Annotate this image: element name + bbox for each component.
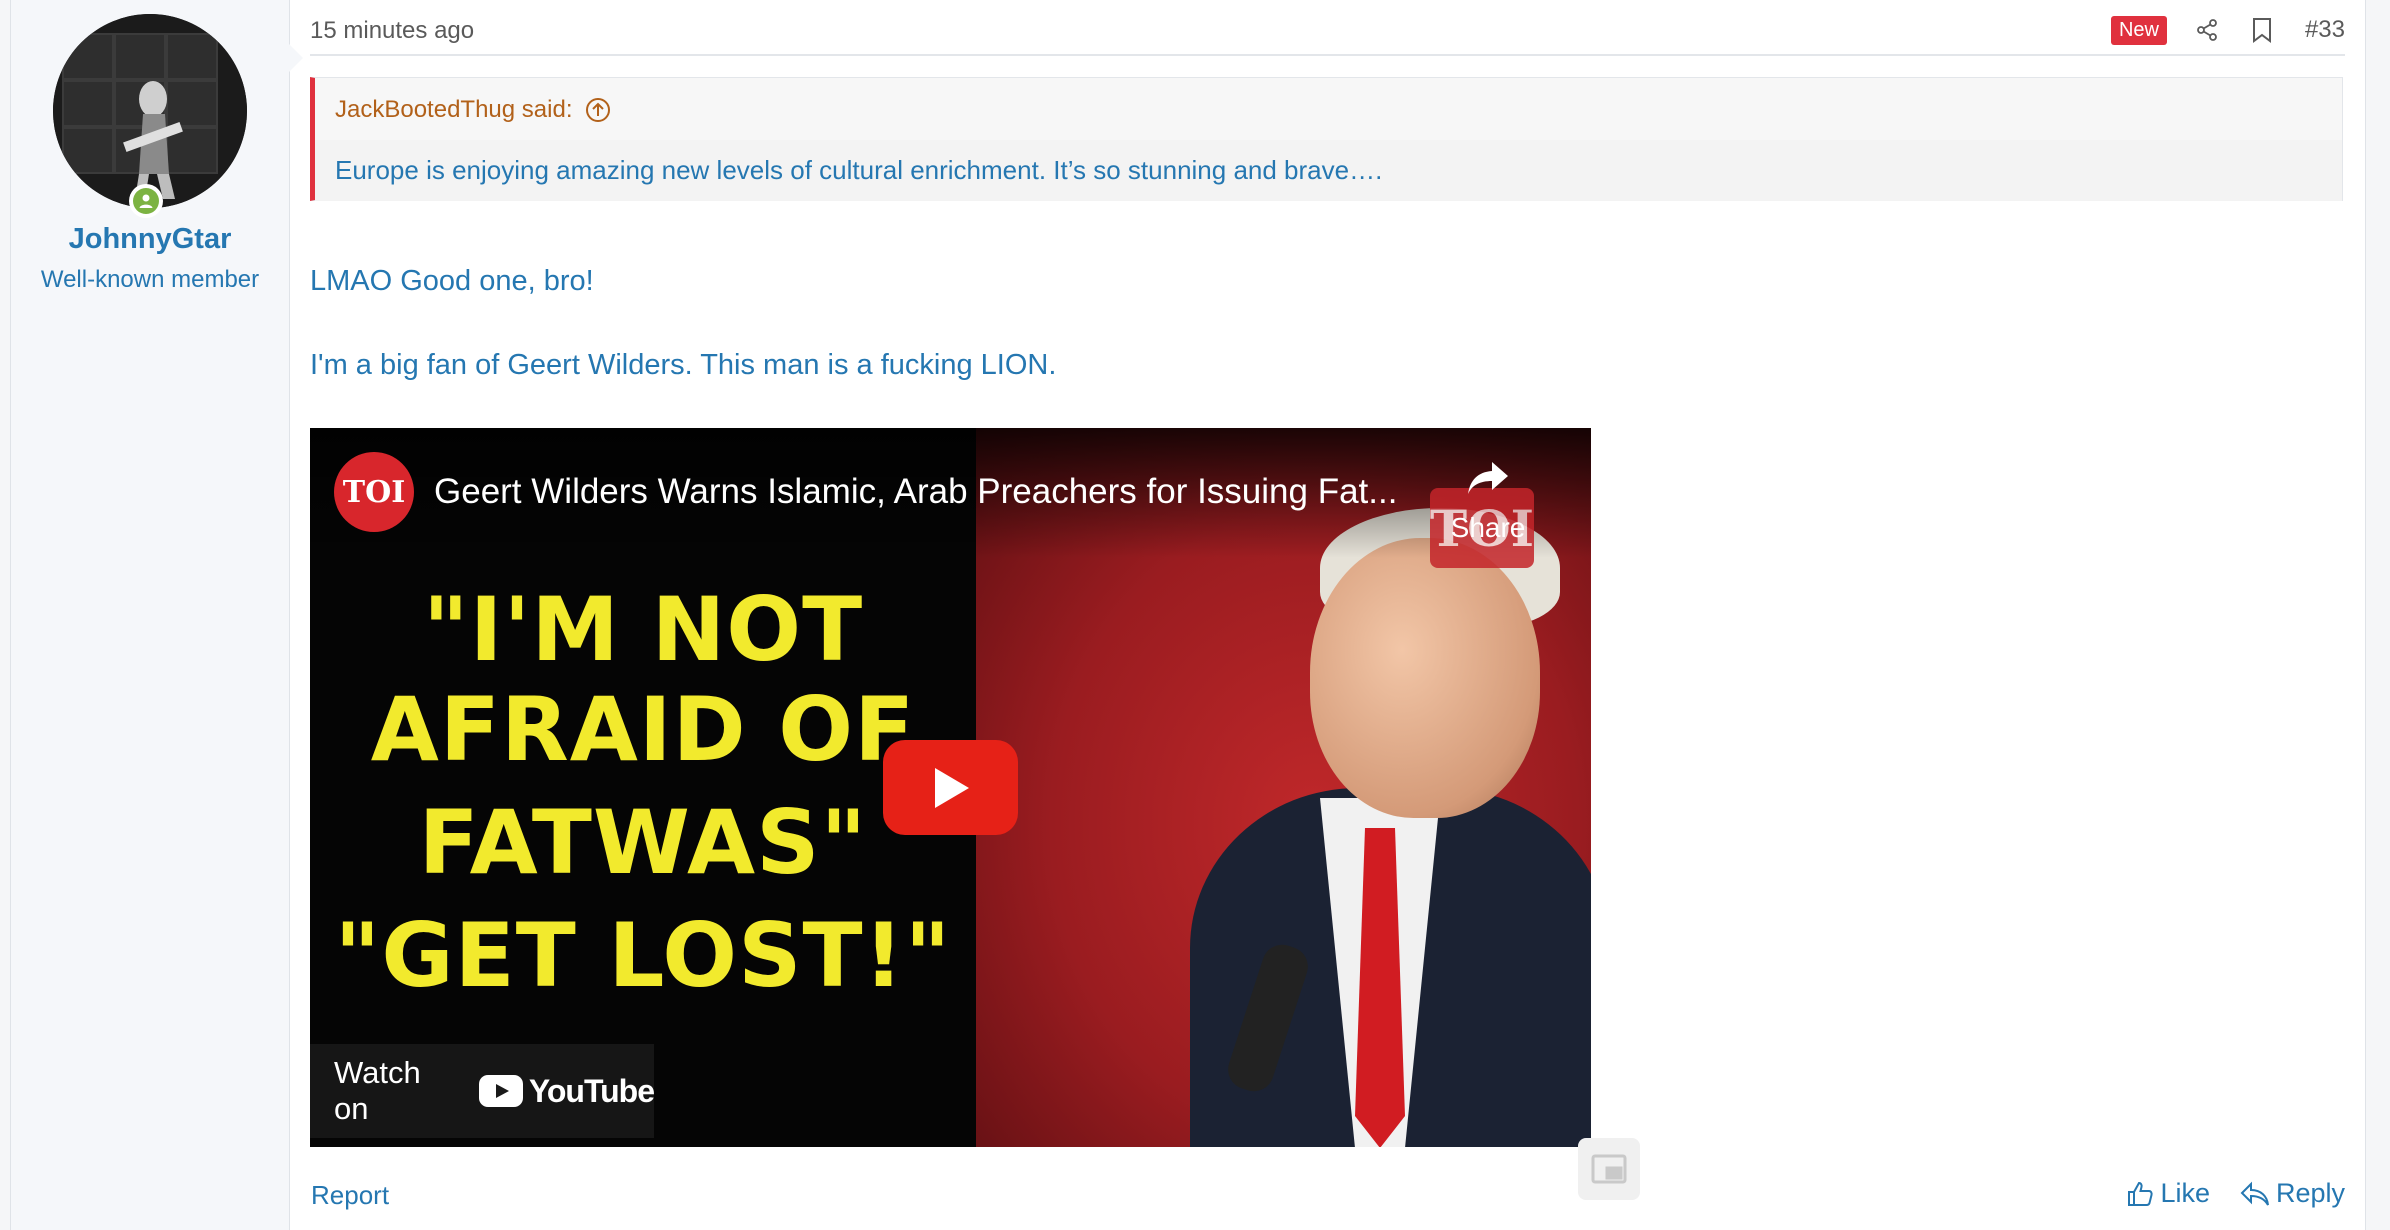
like-button[interactable]: Like	[2126, 1178, 2210, 1209]
avatar-image	[53, 14, 247, 208]
username-link[interactable]: JohnnyGtar	[11, 223, 289, 256]
thumbs-up-icon	[2128, 1181, 2154, 1206]
reply-button[interactable]: Reply	[2240, 1178, 2345, 1209]
page-gutter-right	[2365, 0, 2390, 1230]
thumbnail-headline-4: "GET LOST!"	[334, 904, 952, 1007]
thumbnail-headline-2: AFRAID OF	[370, 678, 916, 781]
share-label: Share	[1450, 512, 1526, 543]
new-badge: New	[2110, 15, 2167, 45]
share-arrow-icon	[1468, 462, 1508, 494]
share-icon[interactable]	[2195, 18, 2219, 42]
quote-content: Europe is enjoying amazing new levels of…	[315, 140, 2342, 201]
avatar[interactable]	[53, 14, 247, 208]
thumbnail-headline-3: FATWAS"	[418, 791, 868, 894]
message-line-1: LMAO Good one, bro!	[310, 265, 594, 297]
video-title-link[interactable]: Geert Wilders Warns Islamic, Arab Preach…	[434, 472, 1414, 512]
youtube-logo: YouTube	[478, 1072, 655, 1110]
bookmark-icon[interactable]	[2251, 17, 2273, 43]
reply-icon	[2240, 1181, 2269, 1206]
post-timestamp[interactable]: 15 minutes ago	[310, 17, 474, 45]
reply-label: Reply	[2275, 1178, 2345, 1208]
watch-on-youtube-button[interactable]: Watch on YouTube	[310, 1044, 655, 1138]
user-online-icon	[139, 194, 153, 208]
attribution-actions: New #33	[2110, 14, 2345, 46]
youtube-play-icon	[478, 1075, 523, 1107]
page-gutter-left	[0, 0, 11, 1230]
post-number-link[interactable]: #33	[2305, 16, 2345, 44]
play-button[interactable]	[883, 740, 1018, 835]
video-share-button[interactable]: Share	[1434, 458, 1542, 548]
message-actions-right: Like Reply	[2096, 1178, 2345, 1209]
watch-on-label: Watch on	[334, 1055, 421, 1126]
like-label: Like	[2160, 1178, 2210, 1208]
user-cell-arrow	[289, 44, 303, 72]
arrow-up-circle-icon[interactable]	[584, 96, 612, 124]
message-user-cell: JohnnyGtar Well-known member	[11, 0, 303, 1230]
user-title: Well-known member	[40, 266, 260, 293]
quote-block: JackBootedThug said: Europe is enjoying …	[310, 77, 2343, 201]
quote-text: Europe is enjoying amazing new levels of…	[335, 155, 1383, 185]
thumbnail-headline-1: "I'M NOT	[422, 578, 864, 681]
youtube-embed[interactable]: "I'M NOT AFRAID OF FATWAS" "GET LOST!" T…	[310, 428, 1591, 1147]
youtube-wordmark: YouTube	[528, 1072, 655, 1109]
message-actions-bar: Report Like Reply	[310, 1178, 2345, 1214]
play-icon	[934, 767, 969, 808]
report-link[interactable]: Report	[311, 1180, 389, 1211]
channel-logo[interactable]: TOI	[334, 452, 414, 532]
online-indicator	[129, 184, 163, 218]
message-attribution: 15 minutes ago New #33	[310, 0, 2345, 56]
quote-author[interactable]: JackBootedThug said:	[335, 96, 572, 124]
thumbnail-figure-head	[1310, 538, 1540, 818]
quote-title[interactable]: JackBootedThug said:	[335, 96, 612, 124]
message-line-2: I'm a big fan of Geert Wilders. This man…	[310, 349, 1057, 381]
